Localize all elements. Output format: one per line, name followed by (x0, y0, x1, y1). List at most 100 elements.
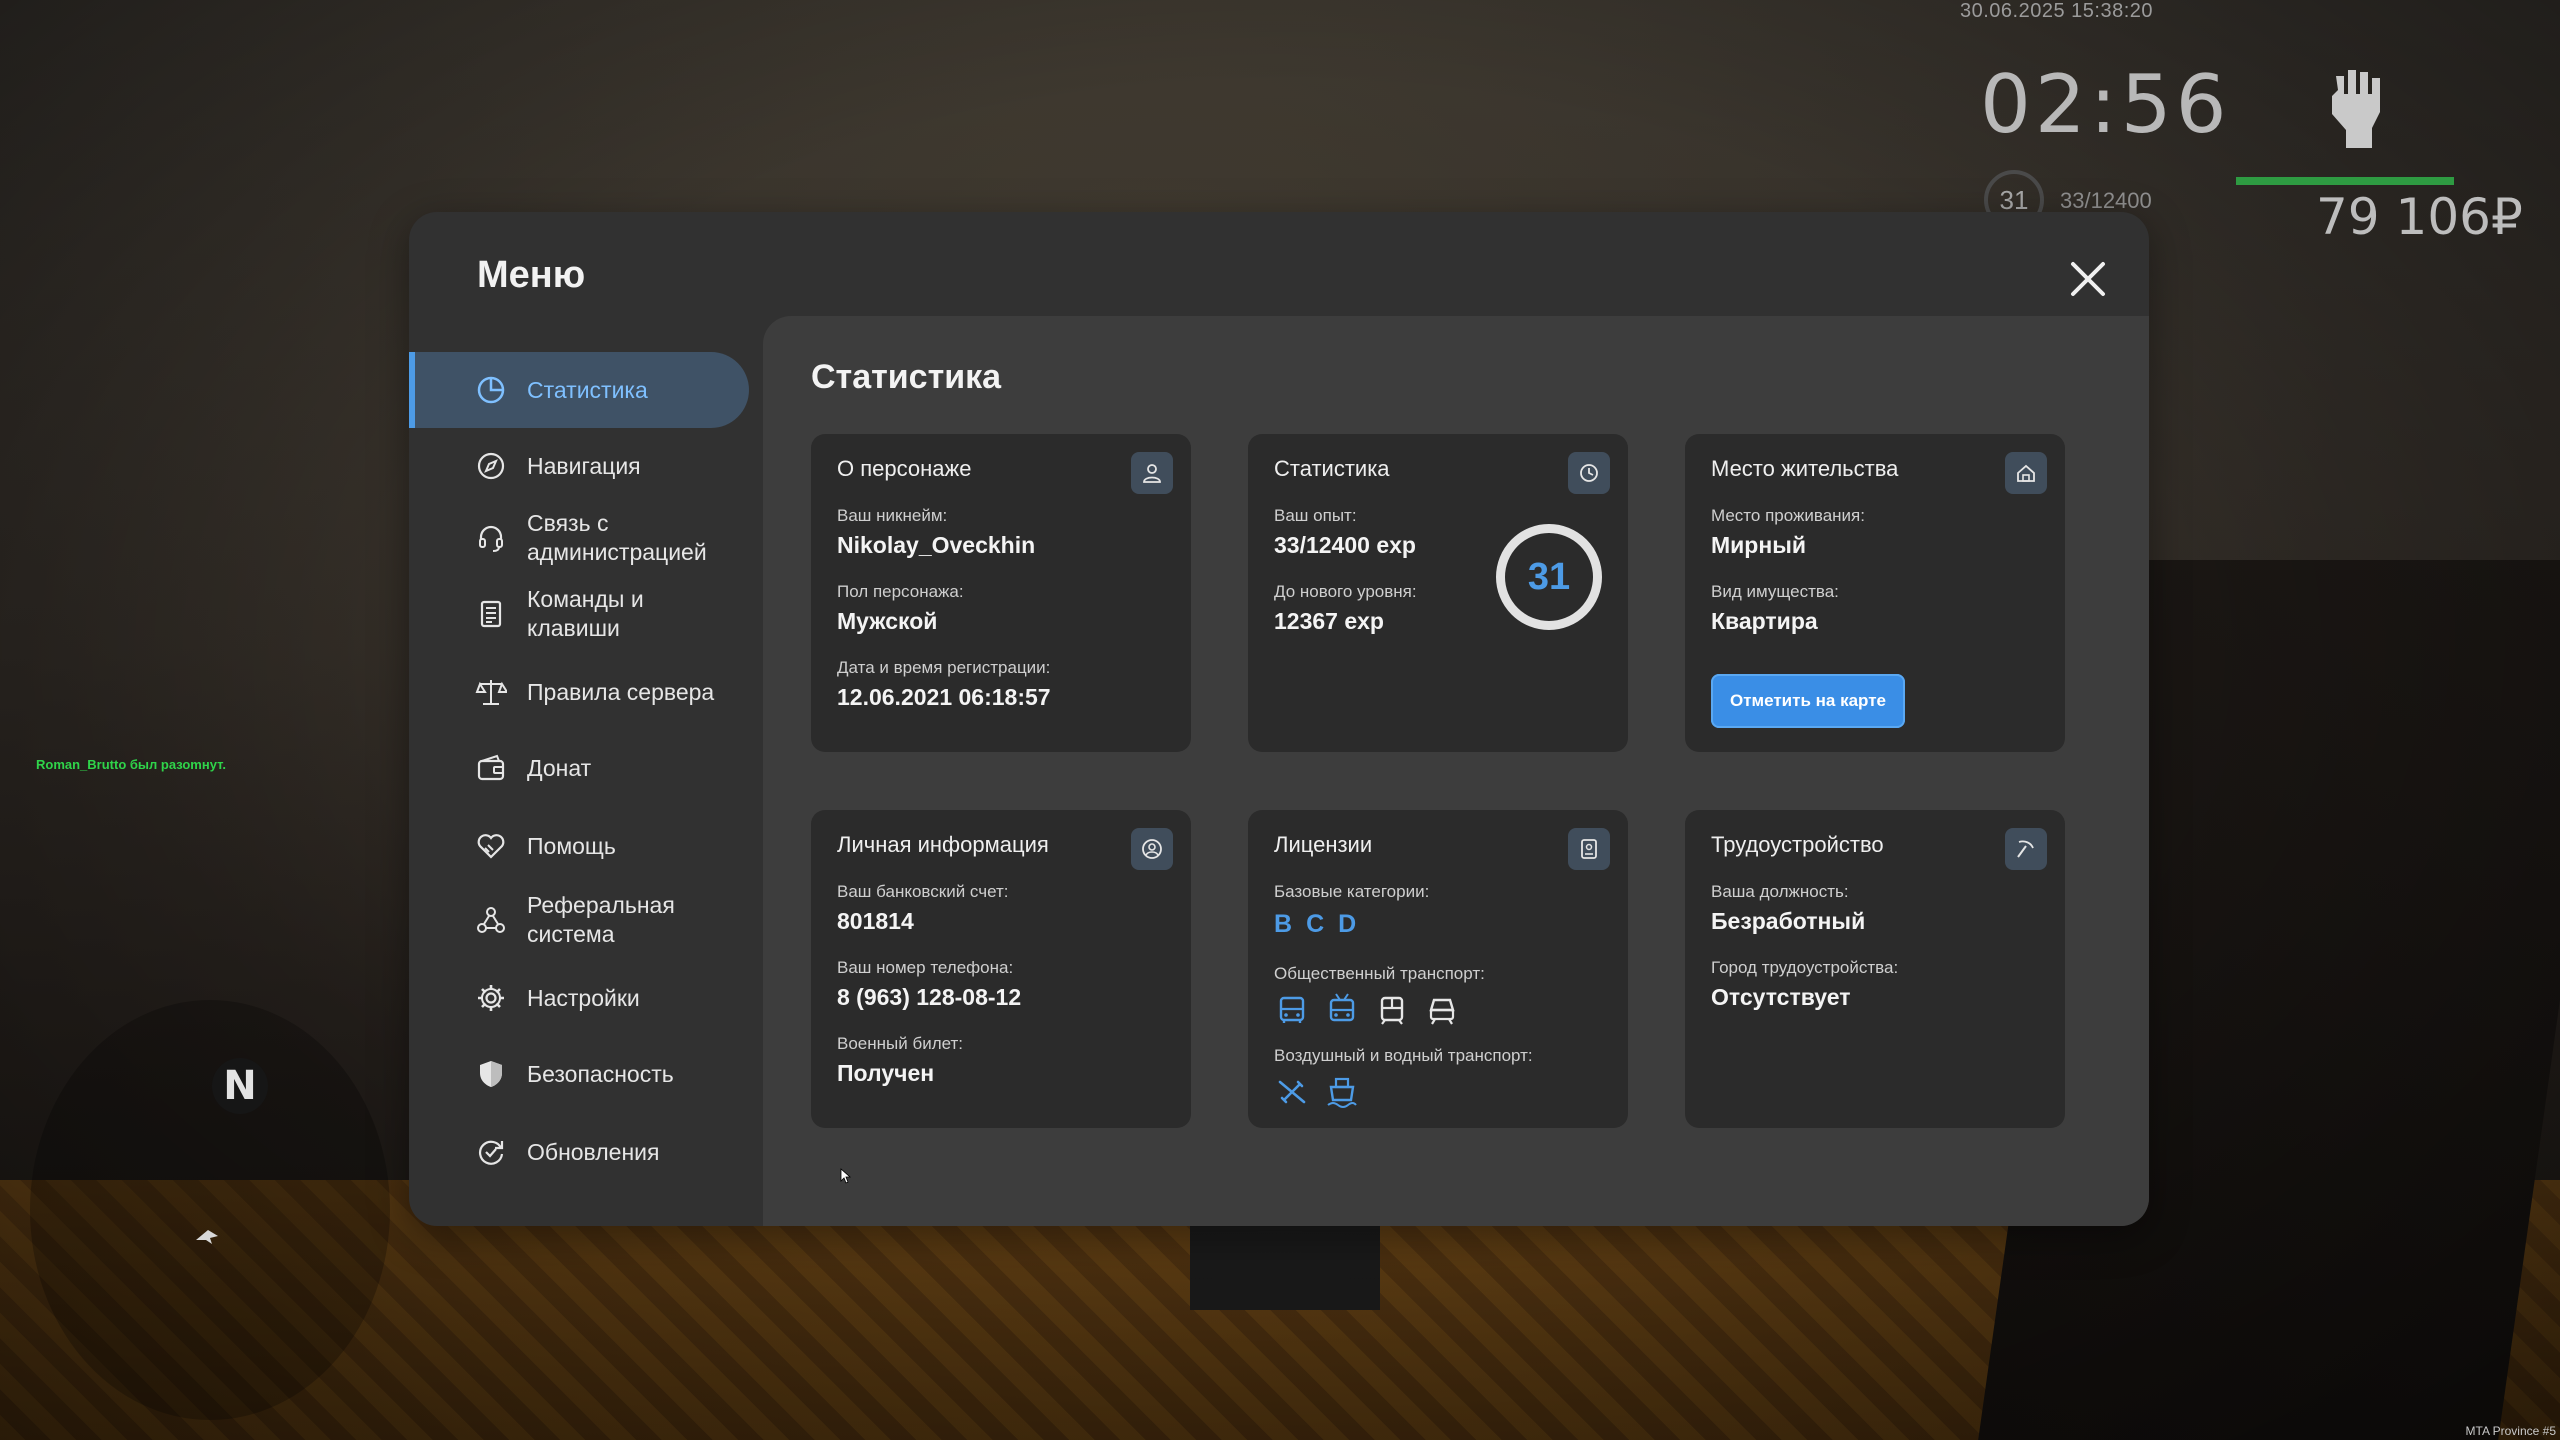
card-stats: Статистика Ваш опыт: 33/12400 exp До нов… (1248, 434, 1628, 752)
user-circle-icon (1142, 839, 1162, 859)
server-watermark: MTA Province #5 (2465, 1424, 2556, 1438)
card-icon-box[interactable] (1568, 828, 1610, 870)
hud-money: 79 106₽ (2316, 188, 2523, 246)
compass-icon (477, 452, 505, 480)
page-title: Статистика (811, 358, 1002, 396)
content-panel: Статистика О персонаже Ваш никнейм: Niko… (763, 316, 2149, 1226)
place-value: Мирный (1711, 532, 1807, 558)
card-title: Место жительства (1711, 456, 1899, 481)
menu-title: Меню (477, 254, 586, 296)
fist-icon (2332, 70, 2380, 148)
category-b: B (1274, 910, 1293, 938)
exp-label: Ваш опыт: (1274, 506, 1357, 525)
base-categories-label: Базовые категории: (1274, 882, 1430, 901)
license-categories: B C D (1274, 910, 1356, 939)
card-personal: Личная информация Ваш банковский счет: 8… (811, 810, 1191, 1128)
sidebar-item-help[interactable]: Помощь (409, 808, 749, 884)
job-city-label: Город трудоустройства: (1711, 958, 1899, 977)
sidebar-item-label: Связь с администрацией (527, 510, 707, 565)
sidebar-item-label: Помощь (527, 832, 616, 859)
mark-on-map-button[interactable]: Отметить на карте (1711, 674, 1905, 728)
bank-value: 801814 (837, 908, 914, 934)
sidebar-item-rules[interactable]: Правила сервера (409, 654, 749, 730)
sidebar-item-updates[interactable]: Обновления (409, 1114, 749, 1190)
property-label: Вид имущества: (1711, 582, 1839, 601)
pie-chart-icon (477, 376, 505, 404)
sidebar-item-settings[interactable]: Настройки (409, 960, 749, 1036)
category-c: C (1306, 910, 1325, 938)
card-licenses: Лицензии Базовые категории: B C D Общест… (1248, 810, 1628, 1128)
card-icon-box[interactable] (2005, 452, 2047, 494)
scales-icon (475, 680, 507, 705)
chat-line: Roman_Brutto был разоmнут. (36, 757, 226, 772)
next-level-value: 12367 exp (1274, 608, 1384, 634)
bank-label: Ваш банковский счет: (837, 882, 1009, 901)
sidebar-item-label: Команды и клавиши (527, 586, 644, 641)
sidebar-item-donate[interactable]: Донат (409, 730, 749, 806)
card-residence: Место жительства Место проживания: Мирны… (1685, 434, 2065, 752)
ship-icon (1327, 1077, 1357, 1108)
card-title: Статистика (1274, 456, 1390, 481)
sidebar-item-label: Настройки (527, 984, 640, 1011)
close-icon[interactable] (2065, 256, 2111, 302)
sidebar-item-commands[interactable]: Команды и клавиши (409, 576, 749, 652)
card-title: Трудоустройство (1711, 832, 1884, 857)
sidebar-item-label: Обновления (527, 1138, 660, 1165)
exp-value: 33/12400 exp (1274, 532, 1416, 558)
sidebar-item-label: Реферальная система (527, 892, 675, 947)
position-label: Ваша должность: (1711, 882, 1849, 901)
menu-modal: Меню Статистика Навигация Связь с админи… (409, 212, 2149, 1226)
user-icon (1143, 464, 1161, 483)
hud-exp: 33/12400 (2060, 188, 2152, 213)
phone-label: Ваш номер телефона: (837, 958, 1014, 977)
sidebar-item-security[interactable]: Безопасность (409, 1036, 749, 1112)
wallet-icon (477, 754, 505, 781)
refresh-check-icon (478, 1140, 504, 1165)
card-icon-box[interactable] (1131, 452, 1173, 494)
hud-clock: 02:56 (1980, 58, 2231, 151)
sidebar-item-navigation[interactable]: Навигация (409, 428, 749, 504)
sidebar-item-label: Безопасность (527, 1060, 674, 1087)
public-transport-label: Общественный транспорт: (1274, 964, 1485, 983)
military-value: Получен (837, 1060, 935, 1086)
sidebar-item-label: Правила сервера (527, 678, 715, 705)
card-icon-box[interactable] (2005, 828, 2047, 870)
position-value: Безработный (1711, 908, 1866, 934)
next-level-label: До нового уровня: (1274, 582, 1417, 601)
air-water-label: Воздушный и водный транспорт: (1274, 1046, 1533, 1065)
health-bar (2236, 177, 2454, 185)
network-icon (477, 907, 505, 933)
sidebar-item-statistics[interactable]: Статистика (409, 352, 749, 428)
military-label: Военный билет: (837, 1034, 964, 1053)
nickname-label: Ваш никнейм: (837, 506, 948, 525)
nickname-value: Nikolay_Oveckhin (837, 532, 1036, 558)
card-employment: Трудоустройство Ваша должность: Безработ… (1685, 810, 2065, 1128)
sidebar: Статистика Навигация Связь с администрац… (409, 352, 764, 1226)
id-card-icon (1581, 839, 1597, 859)
card-title: О персонаже (837, 456, 972, 481)
sidebar-item-label: Навигация (527, 452, 641, 479)
card-about: О персонаже Ваш никнейм: Nikolay_Oveckhi… (811, 434, 1191, 752)
bus-icon (1279, 996, 1305, 1023)
trolleybus-icon (1329, 993, 1355, 1022)
phone-value: 8 (963) 128-08-12 (837, 984, 1022, 1010)
level-ring: 31 (1496, 524, 1602, 630)
pickaxe-icon (2017, 840, 2034, 858)
hud-datetime: 30.06.2025 15:38:20 (1960, 0, 2154, 22)
reg-value: 12.06.2021 06:18:57 (837, 684, 1051, 710)
gender-value: Мужской (837, 608, 938, 634)
handshake-heart-icon (477, 834, 505, 859)
train-icon (1429, 998, 1455, 1025)
sidebar-item-label: Статистика (527, 376, 648, 403)
tram-icon (1380, 996, 1404, 1025)
gear-icon (478, 985, 504, 1011)
mouse-cursor-icon (840, 1168, 852, 1184)
card-icon-box[interactable] (1131, 828, 1173, 870)
headset-icon (479, 525, 503, 552)
sidebar-item-referral[interactable]: Реферальная система (409, 882, 749, 958)
job-city-value: Отсутствует (1711, 984, 1851, 1010)
card-icon-box[interactable] (1568, 452, 1610, 494)
card-title: Лицензии (1274, 832, 1373, 857)
sidebar-item-admin-contact[interactable]: Связь с администрацией (409, 500, 749, 576)
document-icon (480, 600, 502, 628)
